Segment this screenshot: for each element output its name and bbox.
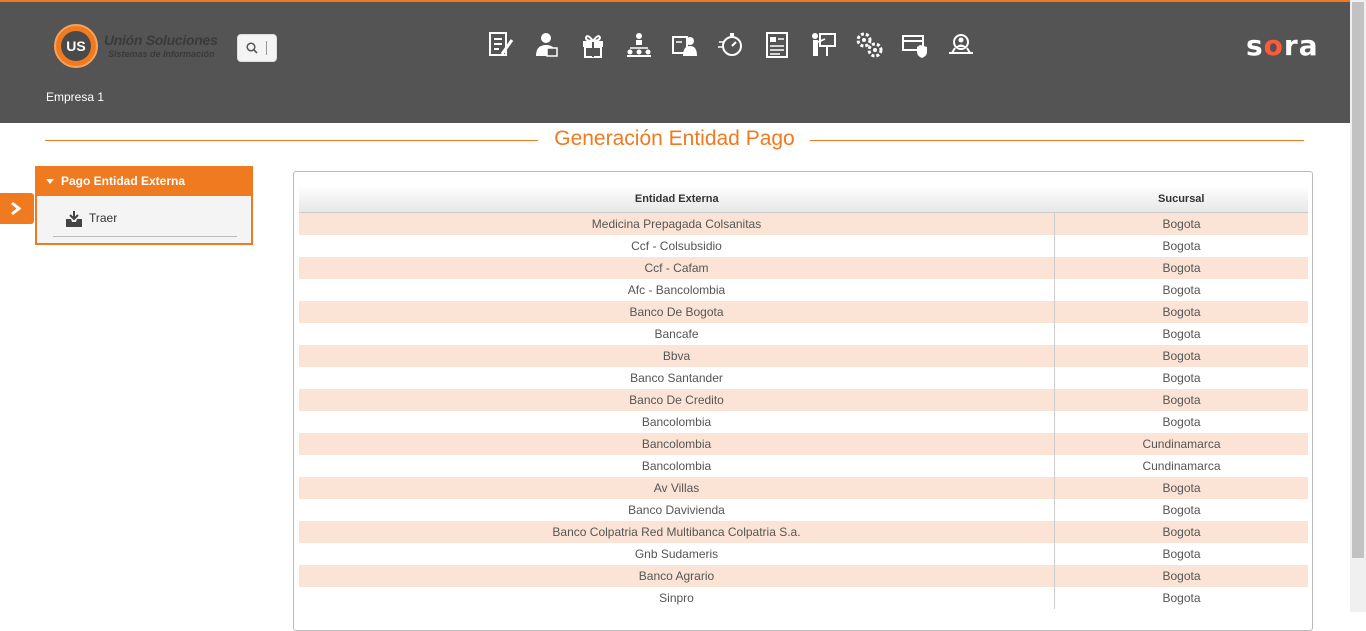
cell-sucursal: Bogota: [1054, 323, 1308, 345]
chevron-right-icon: [11, 201, 22, 216]
cell-sucursal: Bogota: [1054, 345, 1308, 367]
table-body: Medicina Prepagada Colsanitas Bogota Ccf -…: [299, 212, 1308, 609]
sidebar-toggle-button[interactable]: [0, 193, 34, 224]
inbox-download-icon: [66, 211, 82, 227]
document-edit-icon[interactable]: [486, 30, 516, 60]
cell-entidad-externa: Banco De Credito: [299, 389, 1055, 411]
cell-sucursal: Bogota: [1054, 521, 1308, 543]
table-row[interactable]: Bancolombia Cundinamarca: [299, 455, 1308, 477]
page-title-row: Generación Entidad Pago: [45, 126, 1304, 154]
entities-table: Entidad Externa Sucursal Medicina Prepag…: [299, 185, 1308, 609]
cell-entidad-externa: Banco Davivienda: [299, 499, 1055, 521]
presentation-icon[interactable]: [808, 30, 838, 60]
sidebar-item-label: Traer: [89, 211, 118, 225]
company-name: Empresa 1: [46, 90, 105, 104]
cell-entidad-externa: Av Villas: [299, 477, 1055, 499]
column-header-entidad[interactable]: Entidad Externa: [299, 185, 1055, 213]
table-row[interactable]: Bancafe Bogota: [299, 323, 1308, 345]
cell-sucursal: Bogota: [1054, 235, 1308, 257]
table-row[interactable]: Ccf - Cafam Bogota: [299, 257, 1308, 279]
table-row[interactable]: Banco De Credito Bogota: [299, 389, 1308, 411]
cell-entidad-externa: Bancolombia: [299, 411, 1055, 433]
sora-brand-logo: sora: [1246, 29, 1319, 62]
page-scrollbar[interactable]: [1350, 0, 1366, 612]
cell-entidad-externa: Bancafe: [299, 323, 1055, 345]
cell-sucursal: Cundinamarca: [1054, 433, 1308, 455]
table-row[interactable]: Gnb Sudameris Bogota: [299, 543, 1308, 565]
cell-sucursal: Bogota: [1054, 411, 1308, 433]
user-profile-icon[interactable]: [532, 30, 562, 60]
table-row[interactable]: Banco Santander Bogota: [299, 367, 1308, 389]
user-card-icon[interactable]: [670, 30, 700, 60]
table-row[interactable]: Banco Colpatria Red Multibanca Colpatria…: [299, 521, 1308, 543]
table-row[interactable]: Bancolombia Bogota: [299, 411, 1308, 433]
cell-sucursal: Bogota: [1054, 565, 1308, 587]
settings-gears-icon[interactable]: [854, 30, 884, 60]
logo-badge: US: [54, 24, 98, 68]
sidebar-section-title: Pago Entidad Externa: [61, 174, 186, 188]
table-row[interactable]: Bbva Bogota: [299, 345, 1308, 367]
cell-entidad-externa: Bancolombia: [299, 433, 1055, 455]
cell-sucursal: Bogota: [1054, 543, 1308, 565]
cell-entidad-externa: Sinpro: [299, 587, 1055, 609]
page-title: Generación Entidad Pago: [554, 127, 795, 150]
logo-badge-text: US: [61, 31, 91, 61]
brand-o: o: [1263, 29, 1284, 62]
cell-sucursal: Bogota: [1054, 389, 1308, 411]
cell-entidad-externa: Gnb Sudameris: [299, 543, 1055, 565]
sidebar-item-traer[interactable]: Traer: [53, 206, 237, 237]
table-row[interactable]: Banco Davivienda Bogota: [299, 499, 1308, 521]
menu-search-button[interactable]: [237, 34, 277, 62]
cell-entidad-externa: Banco De Bogota: [299, 301, 1055, 323]
logo-title: Unión Soluciones: [104, 32, 218, 48]
caret-down-icon: [46, 179, 54, 184]
sidebar-menu: Pago Entidad Externa Traer: [35, 166, 253, 245]
table-row[interactable]: Ccf - Colsubsidio Bogota: [299, 235, 1308, 257]
user-search-icon[interactable]: [946, 30, 976, 60]
logo-subtitle: Sistemas de Información: [108, 49, 215, 59]
cell-entidad-externa: Medicina Prepagada Colsanitas: [299, 212, 1055, 235]
cell-entidad-externa: Afc - Bancolombia: [299, 279, 1055, 301]
cell-sucursal: Bogota: [1054, 477, 1308, 499]
search-separator: [266, 41, 267, 55]
stopwatch-icon[interactable]: [716, 30, 746, 60]
cell-entidad-externa: Bbva: [299, 345, 1055, 367]
brand-suffix: ra: [1283, 29, 1319, 62]
report-list-icon[interactable]: [762, 30, 792, 60]
cell-entidad-externa: Banco Colpatria Red Multibanca Colpatria…: [299, 521, 1055, 543]
cell-entidad-externa: Ccf - Cafam: [299, 257, 1055, 279]
table-row[interactable]: Av Villas Bogota: [299, 477, 1308, 499]
top-header: US Unión Soluciones Sistemas de Informac…: [0, 0, 1350, 123]
sidebar-section-header[interactable]: Pago Entidad Externa: [37, 168, 251, 196]
results-grid: Entidad Externa Sucursal Medicina Prepag…: [293, 171, 1313, 631]
brand-prefix: s: [1246, 29, 1264, 62]
table-row[interactable]: Medicina Prepagada Colsanitas Bogota: [299, 212, 1308, 235]
org-chart-icon[interactable]: [624, 30, 654, 60]
table-row[interactable]: Sinpro Bogota: [299, 587, 1308, 609]
table-header-row: Entidad Externa Sucursal: [299, 185, 1308, 213]
cell-sucursal: Bogota: [1054, 587, 1308, 609]
search-icon: [246, 42, 258, 54]
table-row[interactable]: Banco Agrario Bogota: [299, 565, 1308, 587]
cell-sucursal: Bogota: [1054, 257, 1308, 279]
cell-sucursal: Bogota: [1054, 499, 1308, 521]
cell-entidad-externa: Banco Agrario: [299, 565, 1055, 587]
security-card-icon[interactable]: [900, 30, 930, 60]
table-row[interactable]: Banco De Bogota Bogota: [299, 301, 1308, 323]
table-row[interactable]: Afc - Bancolombia Bogota: [299, 279, 1308, 301]
cell-sucursal: Bogota: [1054, 279, 1308, 301]
gift-icon[interactable]: [578, 30, 608, 60]
cell-sucursal: Bogota: [1054, 212, 1308, 235]
cell-sucursal: Bogota: [1054, 367, 1308, 389]
cell-entidad-externa: Ccf - Colsubsidio: [299, 235, 1055, 257]
cell-entidad-externa: Bancolombia: [299, 455, 1055, 477]
column-header-sucursal[interactable]: Sucursal: [1054, 185, 1308, 213]
cell-sucursal: Bogota: [1054, 301, 1308, 323]
cell-entidad-externa: Banco Santander: [299, 367, 1055, 389]
scrollbar-thumb[interactable]: [1352, 2, 1364, 558]
company-logo[interactable]: US Unión Soluciones Sistemas de Informac…: [54, 24, 224, 70]
table-row[interactable]: Bancolombia Cundinamarca: [299, 433, 1308, 455]
cell-sucursal: Cundinamarca: [1054, 455, 1308, 477]
